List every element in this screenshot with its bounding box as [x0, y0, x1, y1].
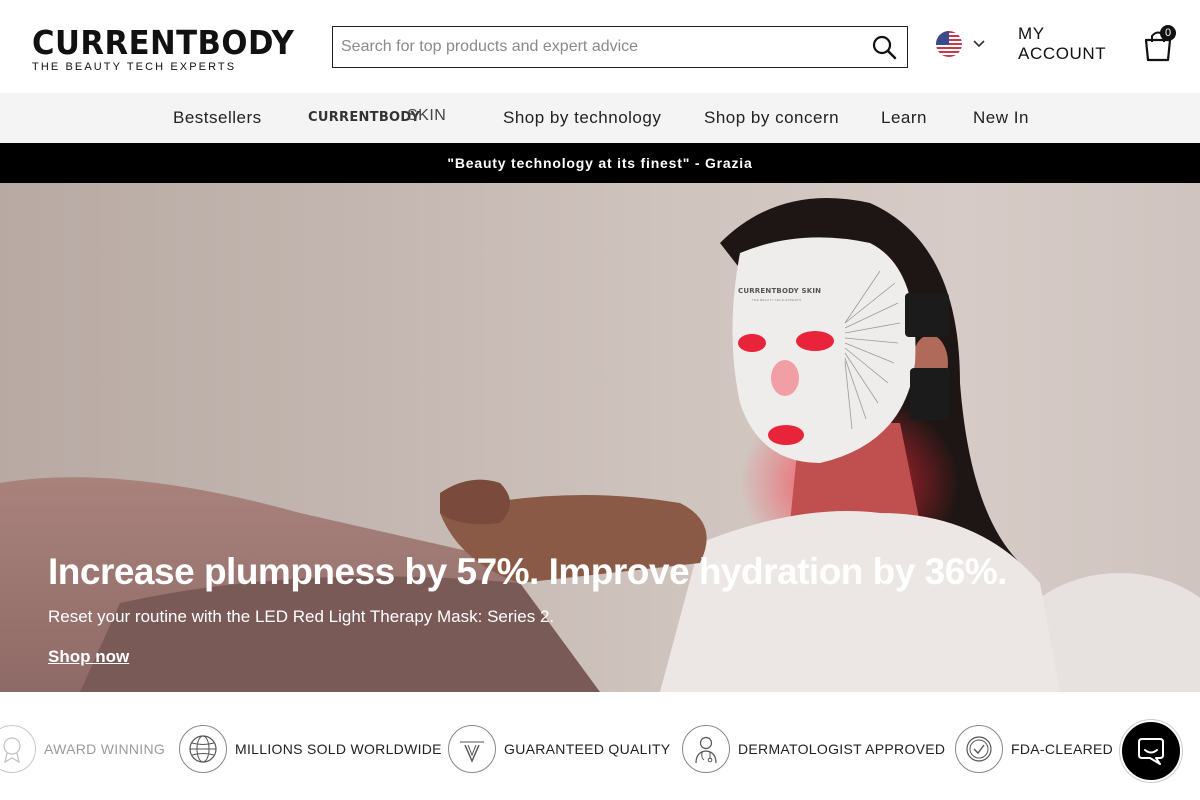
nav-item-learn[interactable]: Learn	[881, 108, 927, 128]
quality-seal-icon	[448, 725, 496, 773]
checkmark-seal-icon	[955, 725, 1003, 773]
trust-item-millions-sold: MILLIONS SOLD WORLDWIDE	[179, 725, 442, 773]
award-icon	[0, 725, 36, 773]
brand-tagline: THE BEAUTY TECH EXPERTS	[32, 61, 237, 73]
dermatologist-icon	[682, 725, 730, 773]
chat-button[interactable]	[1120, 720, 1182, 782]
trust-item-dermatologist-approved: DERMATOLOGIST APPROVED	[682, 725, 945, 773]
search-bar	[332, 26, 908, 68]
cart-count-badge: 0	[1160, 25, 1176, 41]
chat-icon	[1138, 738, 1164, 765]
nav-item-shop-by-technology[interactable]: Shop by technology	[503, 108, 661, 128]
hero-banner: CURRENTBODY SKIN THE BEAUTY TECH EXPERTS…	[0, 183, 1200, 692]
site-header: CURRENTBODY THE BEAUTY TECH EXPERTS MY A…	[0, 0, 1200, 93]
search-input[interactable]	[341, 27, 861, 67]
hero-title: Increase plumpness by 57%. Improve hydra…	[48, 551, 1007, 592]
announcement-bar: "Beauty technology at its finest" - Graz…	[0, 143, 1200, 183]
globe-icon	[179, 725, 227, 773]
nav-skin-sub: SKIN	[407, 107, 447, 124]
brand-logo[interactable]: CURRENTBODY THE BEAUTY TECH EXPERTS	[32, 23, 322, 74]
trust-label: GUARANTEED QUALITY	[504, 741, 671, 757]
nav-skin-wordmark: CURRENTBODY	[308, 110, 421, 125]
hero-subtitle: Reset your routine with the LED Red Ligh…	[48, 607, 555, 626]
search-icon[interactable]	[871, 34, 897, 60]
shop-now-link[interactable]: Shop now	[48, 647, 129, 667]
trust-label: DERMATOLOGIST APPROVED	[738, 741, 946, 757]
trust-label: AWARD WINNING	[44, 741, 166, 757]
chevron-down-icon[interactable]	[972, 37, 986, 51]
trust-bar: AWARD WINNING MILLIONS SOLD WORLDWIDE GU…	[0, 692, 1200, 800]
us-flag-icon[interactable]	[936, 31, 962, 57]
mask-sub-text: THE BEAUTY TECH EXPERTS	[752, 298, 802, 302]
brand-name: CURRENTBODY	[32, 23, 295, 62]
my-account-link[interactable]: MY ACCOUNT	[1018, 24, 1118, 64]
trust-label: FDA-CLEARED	[1011, 741, 1114, 757]
nav-item-shop-by-concern[interactable]: Shop by concern	[704, 108, 839, 128]
nav-item-bestsellers[interactable]: Bestsellers	[173, 108, 262, 128]
trust-item-fda-cleared: FDA-CLEARED	[955, 725, 1113, 773]
main-navigation: Bestsellers CURRENTBODY SKIN Shop by tec…	[0, 93, 1200, 143]
nav-item-currentbody-skin[interactable]: CURRENTBODY SKIN	[308, 105, 456, 131]
trust-item-award: AWARD WINNING	[0, 725, 165, 773]
trust-label: MILLIONS SOLD WORLDWIDE	[235, 741, 442, 757]
trust-item-guaranteed-quality: GUARANTEED QUALITY	[448, 725, 670, 773]
mask-brand-text: CURRENTBODY SKIN	[738, 287, 822, 295]
nav-item-new-in[interactable]: New In	[973, 108, 1029, 128]
